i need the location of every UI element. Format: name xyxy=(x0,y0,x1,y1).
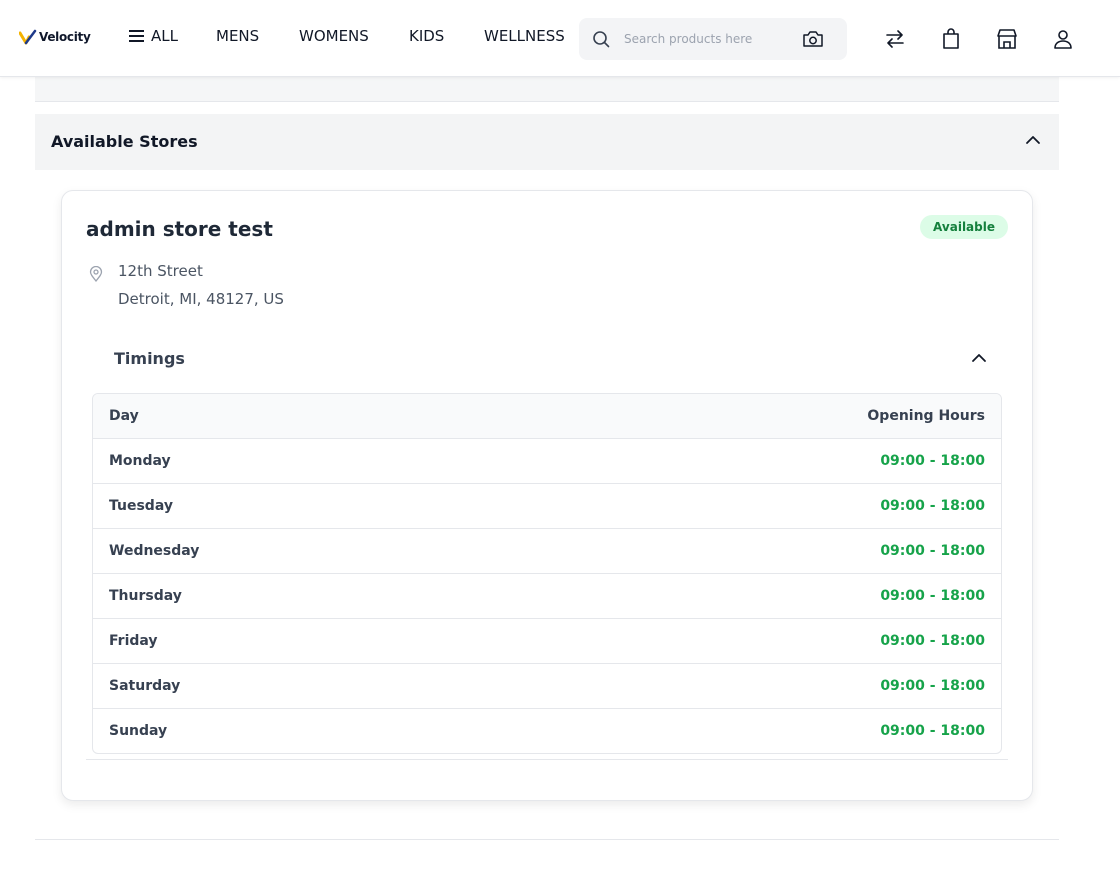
table-row: Friday 09:00 - 18:00 xyxy=(93,618,1001,663)
address-line1: 12th Street xyxy=(118,262,203,280)
top-header: Velocity ALL MENS WOMENS KIDS WELLNESS xyxy=(0,0,1120,77)
section-title: Available Stores xyxy=(51,132,198,151)
nav-all[interactable]: ALL xyxy=(129,27,178,45)
divider xyxy=(86,759,1008,760)
location-pin-icon xyxy=(89,266,103,282)
header-opening-hours: Opening Hours xyxy=(867,408,985,424)
timings-label[interactable]: Timings xyxy=(114,349,185,368)
hours-cell: 09:00 - 18:00 xyxy=(880,543,985,559)
day-cell: Tuesday xyxy=(109,498,173,514)
hours-cell: 09:00 - 18:00 xyxy=(880,678,985,694)
table-row: Sunday 09:00 - 18:00 xyxy=(93,708,1001,753)
logo-text: Velocity xyxy=(39,30,91,44)
table-row: Wednesday 09:00 - 18:00 xyxy=(93,528,1001,573)
nav-wellness[interactable]: WELLNESS xyxy=(484,27,565,45)
header-day: Day xyxy=(109,408,139,424)
divider xyxy=(35,839,1059,840)
hours-cell: 09:00 - 18:00 xyxy=(880,633,985,649)
day-cell: Sunday xyxy=(109,723,168,739)
chevron-up-icon[interactable] xyxy=(1025,132,1041,148)
day-cell: Monday xyxy=(109,453,171,469)
address-line2: Detroit, MI, 48127, US xyxy=(118,290,284,308)
nav-womens[interactable]: WOMENS xyxy=(299,27,369,45)
nav-mens[interactable]: MENS xyxy=(216,27,259,45)
store-name: admin store test xyxy=(86,217,273,241)
search-input[interactable] xyxy=(624,29,794,49)
bag-icon[interactable] xyxy=(939,27,963,51)
hours-cell: 09:00 - 18:00 xyxy=(880,588,985,604)
chevron-up-icon[interactable] xyxy=(971,350,987,366)
search-bar xyxy=(579,18,847,60)
store-icon[interactable] xyxy=(995,27,1019,51)
search-icon[interactable] xyxy=(592,30,610,48)
available-stores-header[interactable]: Available Stores xyxy=(35,114,1059,170)
logo-mark-icon xyxy=(19,29,37,45)
nav-all-label: ALL xyxy=(151,27,178,45)
timings-table: Day Opening Hours Monday 09:00 - 18:00 T… xyxy=(92,393,1002,754)
hours-cell: 09:00 - 18:00 xyxy=(880,498,985,514)
day-cell: Saturday xyxy=(109,678,181,694)
hours-cell: 09:00 - 18:00 xyxy=(880,453,985,469)
day-cell: Wednesday xyxy=(109,543,200,559)
table-row: Tuesday 09:00 - 18:00 xyxy=(93,483,1001,528)
table-row: Thursday 09:00 - 18:00 xyxy=(93,573,1001,618)
compare-icon[interactable] xyxy=(883,27,907,51)
store-card: admin store test Available 12th Street D… xyxy=(61,190,1033,801)
day-cell: Friday xyxy=(109,633,158,649)
camera-icon[interactable] xyxy=(802,29,824,49)
nav-kids[interactable]: KIDS xyxy=(409,27,444,45)
status-badge: Available xyxy=(920,215,1008,239)
hours-cell: 09:00 - 18:00 xyxy=(880,723,985,739)
collapsed-section-strip xyxy=(35,77,1059,102)
day-cell: Thursday xyxy=(109,588,182,604)
logo[interactable]: Velocity xyxy=(19,29,91,45)
table-row: Monday 09:00 - 18:00 xyxy=(93,438,1001,483)
user-icon[interactable] xyxy=(1051,27,1075,51)
table-header-row: Day Opening Hours xyxy=(93,394,1001,438)
menu-icon xyxy=(129,30,144,42)
table-row: Saturday 09:00 - 18:00 xyxy=(93,663,1001,708)
